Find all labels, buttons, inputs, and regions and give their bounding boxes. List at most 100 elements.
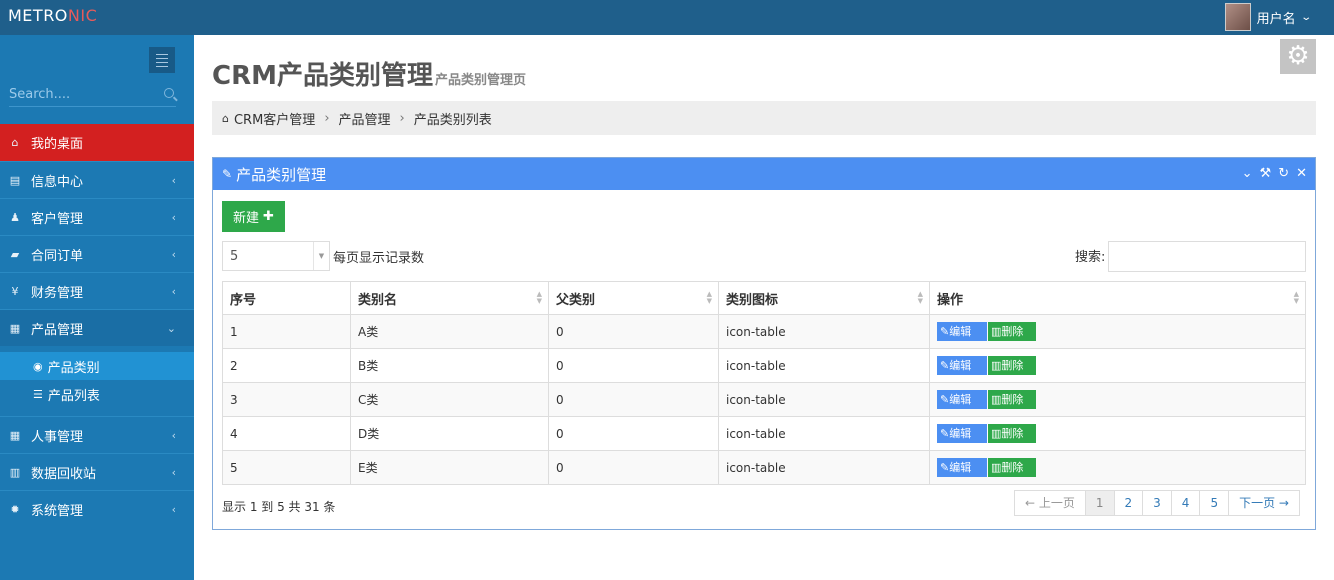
sidebar-item-info-center[interactable]: ▤ 信息中心 ‹ <box>0 161 194 198</box>
sidebar-item-system[interactable]: ✹ 系统管理 ‹ <box>0 490 194 527</box>
reload-icon[interactable]: ↻ <box>1278 166 1289 181</box>
chevron-right-icon: › <box>324 110 330 126</box>
page-size-select[interactable]: 5 ▼ <box>222 241 330 271</box>
trash-icon: ▥ <box>991 393 1002 406</box>
page-size-label: 每页显示记录数 <box>333 251 425 266</box>
edit-button[interactable]: ✎编辑 <box>937 424 987 443</box>
edit-icon: ✎ <box>222 167 233 181</box>
portlet-header: ✎ 产品类别管理 ⌄ ⚒ ↻ ✕ <box>213 158 1315 190</box>
chevron-left-icon: ‹ <box>171 503 176 516</box>
column-header-icon[interactable]: 类别图标 ▲ ▼ <box>718 281 930 315</box>
sort-icon: ▲ ▼ <box>917 290 923 305</box>
breadcrumb: ⌂ CRM客户管理 › 产品管理 › 产品类别列表 <box>212 101 1316 135</box>
chevron-left-icon: ‹ <box>171 248 176 261</box>
search-label: 搜索: <box>1075 250 1106 265</box>
delete-button[interactable]: ▥删除 <box>988 322 1036 341</box>
home-icon: ⌂ <box>222 111 229 125</box>
trash-icon: ▥ <box>9 465 21 479</box>
sidebar-item-products[interactable]: ▦ 产品管理 ⌄ <box>0 309 194 346</box>
book-icon: ▰ <box>10 247 20 261</box>
page-button[interactable]: 4 <box>1170 491 1200 515</box>
wrench-icon[interactable]: ⚒ <box>1260 166 1272 181</box>
plus-icon: ✚ <box>263 209 274 224</box>
portlet-tools: ⌄ ⚒ ↻ ✕ <box>1242 166 1307 181</box>
edit-button[interactable]: ✎编辑 <box>937 356 987 375</box>
edit-icon: ✎ <box>940 393 950 406</box>
chevron-down-icon: ⌄ <box>166 322 176 335</box>
sidebar-item-hr[interactable]: ▦ 人事管理 ‹ <box>0 416 194 453</box>
breadcrumb-item[interactable]: 产品管理 <box>339 109 391 128</box>
page-button[interactable]: 2 <box>1113 491 1143 515</box>
edit-icon: ✎ <box>940 359 950 372</box>
sidebar-item-customers[interactable]: ♟ 客户管理 ‹ <box>0 198 194 235</box>
delete-button[interactable]: ▥删除 <box>988 390 1036 409</box>
table-icon: ▦ <box>9 428 21 442</box>
table-icon: ▦ <box>9 321 21 335</box>
portlet-title: 产品类别管理 <box>236 165 327 184</box>
prev-page-button[interactable]: ← 上一页 <box>1015 491 1085 515</box>
page-button[interactable]: 1 <box>1084 491 1114 515</box>
edit-icon: ✎ <box>940 325 950 338</box>
sidebar-menu: ⌂ 我的桌面 ▤ 信息中心 ‹ ♟ 客户管理 ‹ ▰ 合同订单 ‹ ¥ 财务管理… <box>0 124 194 527</box>
chevron-left-icon: ‹ <box>171 466 176 479</box>
pagination: ← 上一页 1 2 3 4 5 下一页 → <box>1014 490 1300 516</box>
sidebar-item-finance[interactable]: ¥ 财务管理 ‹ <box>0 272 194 309</box>
table-search-input[interactable] <box>1108 241 1306 272</box>
sidebar-item-desktop[interactable]: ⌂ 我的桌面 <box>0 124 194 161</box>
sidebar-subitem-product-list[interactable]: ☰ 产品列表 <box>0 380 194 408</box>
main-content: ⚙ CRM产品类别管理 产品类别管理页 ⌂ CRM客户管理 › 产品管理 › 产品… <box>194 35 1334 580</box>
table-row: 1 A类 0 icon-table ✎编辑 ▥删除 <box>222 314 1306 349</box>
column-header-name[interactable]: 类别名 ▲ ▼ <box>350 281 549 315</box>
sidebar: ⌂ 我的桌面 ▤ 信息中心 ‹ ♟ 客户管理 ‹ ▰ 合同订单 ‹ ¥ 财务管理… <box>0 35 194 580</box>
chevron-left-icon: ‹ <box>171 429 176 442</box>
delete-button[interactable]: ▥删除 <box>988 356 1036 375</box>
user-menu[interactable]: 用户名 ⌄ <box>1224 3 1312 31</box>
column-header-parent[interactable]: 父类别 ▲ ▼ <box>548 281 719 315</box>
column-header-actions[interactable]: 操作 ▲ ▼ <box>929 281 1306 315</box>
trash-icon: ▥ <box>991 325 1002 338</box>
logo[interactable]: METRONIC <box>8 6 97 25</box>
delete-button[interactable]: ▥删除 <box>988 424 1036 443</box>
page-button[interactable]: 5 <box>1199 491 1228 515</box>
chevron-right-icon: › <box>399 110 405 126</box>
breadcrumb-item[interactable]: CRM客户管理 <box>234 109 315 128</box>
chevron-down-icon: ⌄ <box>1299 11 1312 23</box>
sidebar-item-recycle-bin[interactable]: ▥ 数据回收站 ‹ <box>0 453 194 490</box>
table-row: 5 E类 0 icon-table ✎编辑 ▥删除 <box>222 450 1306 485</box>
breadcrumb-item[interactable]: 产品类别列表 <box>414 109 492 128</box>
category-portlet: ✎ 产品类别管理 ⌄ ⚒ ↻ ✕ 新建 ✚ 5 ▼ 每页显示记录数 搜索: 序号 <box>212 157 1316 530</box>
page-subtitle: 产品类别管理页 <box>434 73 526 88</box>
sidebar-item-contracts[interactable]: ▰ 合同订单 ‹ <box>0 235 194 272</box>
products-submenu: ◉ 产品类别 ☰ 产品列表 <box>0 346 194 416</box>
edit-button[interactable]: ✎编辑 <box>937 390 987 409</box>
edit-button[interactable]: ✎编辑 <box>937 458 987 477</box>
new-category-button[interactable]: 新建 ✚ <box>222 201 285 232</box>
yen-icon: ¥ <box>11 284 19 298</box>
next-page-button[interactable]: 下一页 → <box>1228 491 1299 515</box>
sidebar-subitem-product-category[interactable]: ◉ 产品类别 <box>0 352 194 380</box>
avatar <box>1224 3 1251 31</box>
trash-icon: ▥ <box>991 461 1002 474</box>
sort-icon: ▲ ▼ <box>706 290 712 305</box>
chevron-left-icon: ‹ <box>171 174 176 187</box>
table-row: 4 D类 0 icon-table ✎编辑 ▥删除 <box>222 416 1306 451</box>
collapse-icon[interactable]: ⌄ <box>1242 166 1253 181</box>
username: 用户名 <box>1256 11 1296 27</box>
column-header-index: 序号 <box>222 281 351 315</box>
edit-icon: ✎ <box>940 427 950 440</box>
table-row: 2 B类 0 icon-table ✎编辑 ▥删除 <box>222 348 1306 383</box>
caret-down-icon: ▼ <box>313 242 329 270</box>
user-icon: ♟ <box>10 210 20 224</box>
gear-icon: ⚙ <box>1286 41 1310 71</box>
search-input[interactable] <box>9 83 149 105</box>
edit-button[interactable]: ✎编辑 <box>937 322 987 341</box>
close-icon[interactable]: ✕ <box>1296 166 1307 181</box>
top-bar: METRONIC 用户名 ⌄ <box>0 0 1334 35</box>
sidebar-toggle-button[interactable] <box>149 47 175 73</box>
page-button[interactable]: 3 <box>1142 491 1171 515</box>
search-icon[interactable] <box>164 88 174 98</box>
settings-gear-button[interactable]: ⚙ <box>1280 39 1316 74</box>
trash-icon: ▥ <box>991 359 1002 372</box>
delete-button[interactable]: ▥删除 <box>988 458 1036 477</box>
sort-icon: ▲ ▼ <box>1293 290 1299 305</box>
